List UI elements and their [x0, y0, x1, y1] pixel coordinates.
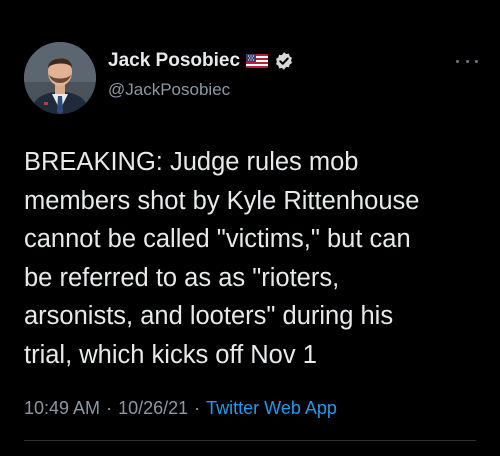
divider	[24, 440, 476, 441]
author-handle[interactable]: @JackPosobiec	[108, 80, 230, 100]
avatar[interactable]	[24, 42, 96, 114]
tweet-text: BREAKING: Judge rules mob members shot b…	[24, 143, 486, 374]
us-flag-icon	[246, 54, 269, 68]
more-dot	[475, 59, 478, 63]
tweet-date[interactable]: 10/26/21	[118, 398, 188, 418]
tweet-line: members shot by Kyle Rittenhouse	[24, 186, 420, 215]
more-dot	[456, 59, 459, 63]
tweet-line: be referred to as as "rioters,	[24, 263, 340, 292]
verified-badge-icon	[274, 51, 294, 71]
tweet-line: arsonists, and looters" during his	[24, 302, 394, 330]
tweet-line: cannot be called "victims," but can	[24, 225, 411, 253]
tweet-card: Jack Posobiec @JackPosobiec BREAKING: Ju…	[0, 0, 500, 456]
tweet-line: BREAKING: Judge rules mob	[24, 148, 359, 176]
meta-separator: ·	[106, 398, 113, 418]
author-row: Jack Posobiec	[108, 48, 294, 74]
tweet-time[interactable]: 10:49 AM	[24, 398, 100, 418]
author-name[interactable]: Jack Posobiec	[108, 50, 240, 72]
tweet-source-link[interactable]: Twitter Web App	[206, 398, 337, 418]
meta-separator: ·	[194, 398, 201, 418]
tweet-line: trial, which kicks off Nov 1	[24, 340, 317, 369]
more-options-icon[interactable]	[456, 56, 478, 66]
tweet-meta: 10:49 AM · 10/26/21 · Twitter Web App	[24, 398, 337, 419]
more-dot	[465, 59, 469, 63]
avatar-image	[24, 42, 96, 114]
